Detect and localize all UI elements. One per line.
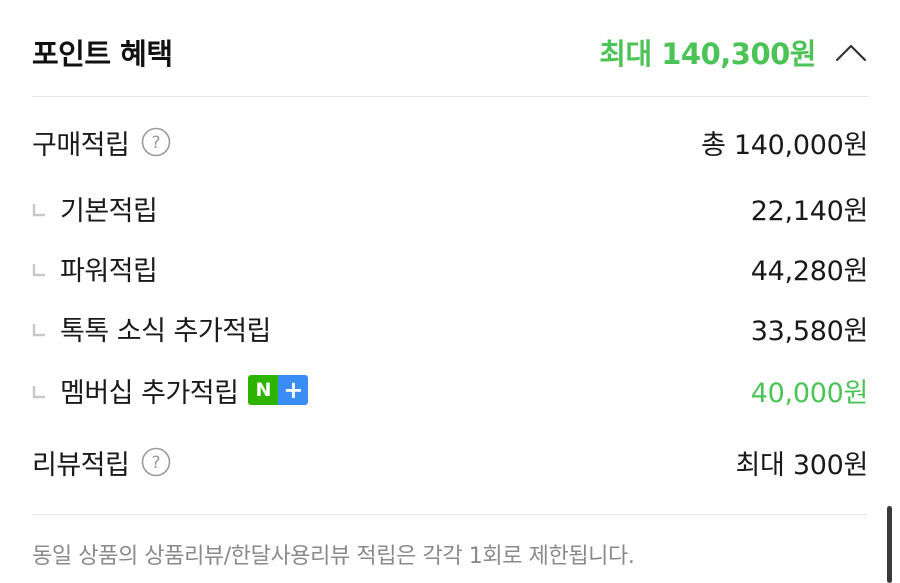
plus-icon: + <box>278 375 309 405</box>
sub-item-corner-icon <box>32 386 45 399</box>
sub-point-row: 톡톡 소식 추가적립 33,580원 <box>32 306 868 350</box>
notice-divider <box>32 514 868 515</box>
naver-n-icon: N <box>248 375 279 405</box>
review-limit-notice: 동일 상품의 상품리뷰/한달사용리뷰 적립은 각각 1회로 제한됩니다. <box>32 544 635 569</box>
sub-point-label: 멤버십 추가적립 <box>60 377 239 409</box>
header-summary[interactable]: 최대 140,300원 <box>599 31 868 73</box>
sub-point-value: 40,000원 <box>750 377 869 409</box>
sub-item-corner-icon <box>32 324 45 337</box>
purchase-points-value: 총 140,000원 <box>701 129 868 161</box>
sub-point-value: 44,280원 <box>750 255 869 287</box>
header-divider <box>32 96 868 97</box>
sub-item-corner-icon <box>32 204 45 217</box>
review-points-value: 최대 300원 <box>735 449 868 481</box>
svg-text:?: ? <box>152 133 161 153</box>
help-icon[interactable]: ? <box>141 127 171 157</box>
sub-point-label: 톡톡 소식 추가적립 <box>60 315 271 347</box>
scrollbar[interactable] <box>887 506 892 583</box>
purchase-points-label: 구매적립 <box>32 129 130 161</box>
svg-text:?: ? <box>152 453 161 473</box>
sub-item-corner-icon <box>32 264 45 277</box>
sub-point-label: 기본적립 <box>60 195 158 227</box>
max-points-amount: 최대 140,300원 <box>599 37 816 71</box>
sub-point-row: 멤버십 추가적립 N + 40,000원 <box>32 368 868 412</box>
sub-point-row: 파워적립 44,280원 <box>32 246 868 290</box>
help-icon[interactable]: ? <box>141 447 171 477</box>
sub-point-value: 22,140원 <box>750 195 869 227</box>
sub-point-label: 파워적립 <box>60 255 158 287</box>
chevron-up-icon[interactable] <box>834 41 868 63</box>
review-points-label: 리뷰적립 <box>32 449 130 481</box>
review-points-row: 리뷰적립 ? 최대 300원 <box>32 440 868 484</box>
naver-plus-membership-badge: N + <box>248 375 309 405</box>
sub-point-row: 기본적립 22,140원 <box>32 186 868 230</box>
sub-point-value: 33,580원 <box>750 315 869 347</box>
section-title: 포인트 혜택 <box>32 37 173 71</box>
point-benefits-header[interactable]: 포인트 혜택 최대 140,300원 <box>32 22 868 82</box>
point-benefits-panel: 포인트 혜택 최대 140,300원 구매적립 ? 총 140,000원 기본적… <box>0 0 900 583</box>
purchase-points-row: 구매적립 ? 총 140,000원 <box>32 120 868 164</box>
